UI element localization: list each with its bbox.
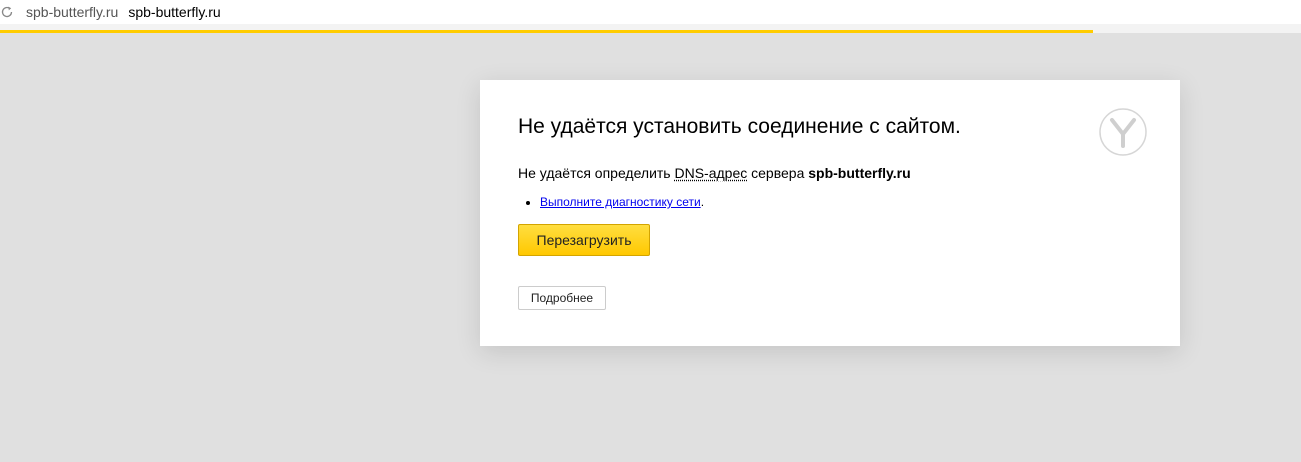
yandex-browser-logo-icon xyxy=(1099,108,1147,156)
dns-term: DNS-адрес xyxy=(674,165,748,181)
suggestion-suffix: . xyxy=(700,195,705,209)
error-title: Не удаётся установить соединение с сайто… xyxy=(518,115,961,138)
error-description-prefix: Не удаётся определить xyxy=(518,165,675,181)
server-name: spb-butterfly.ru xyxy=(808,165,911,181)
network-diagnostics-link[interactable]: Выполните диагностику сети xyxy=(540,195,701,209)
reload-icon[interactable] xyxy=(0,5,14,19)
error-description-middle: сервера xyxy=(747,165,809,181)
suggestion-list: Выполните диагностику сети. xyxy=(540,195,704,209)
suggestion-item: Выполните диагностику сети. xyxy=(540,195,704,209)
page-load-progress-bar xyxy=(0,30,1093,33)
error-description: Не удаётся определить DNS-адрес сервера … xyxy=(518,165,911,181)
address-bar-url[interactable]: spb-butterfly.ru xyxy=(128,4,220,20)
details-button[interactable]: Подробнее xyxy=(518,286,606,310)
error-card: Не удаётся установить соединение с сайто… xyxy=(480,80,1180,346)
address-bar[interactable]: spb-butterfly.ru spb-butterfly.ru xyxy=(0,0,1301,24)
address-bar-domain[interactable]: spb-butterfly.ru xyxy=(26,4,118,20)
reload-button[interactable]: Перезагрузить xyxy=(518,224,650,256)
